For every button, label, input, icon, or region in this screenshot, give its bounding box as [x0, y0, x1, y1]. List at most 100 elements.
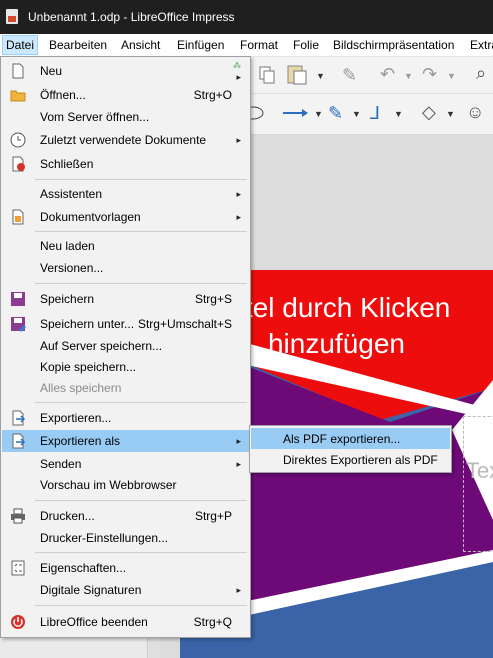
menu-folie[interactable]: Folie: [290, 37, 322, 53]
menu-item-shortcut: Strg+Umschalt+S: [137, 317, 232, 331]
export-icon: [12, 410, 26, 426]
submenu-arrow-icon: ▸: [236, 459, 241, 469]
menu-item-shortcut: Strg+S: [194, 292, 232, 306]
menu-item-open-remote[interactable]: Vom Server öffnen...: [2, 106, 249, 128]
menu-item-label: Zuletzt verwendete Dokumente: [40, 133, 207, 147]
menu-item-templates[interactable]: Dokumentvorlagen ▸: [2, 206, 249, 228]
menu-item-reload[interactable]: Neu laden: [2, 235, 249, 257]
menu-item-new[interactable]: Neu ⁂ ▸: [2, 60, 249, 82]
close-document-icon: [12, 156, 25, 172]
undo-icon[interactable]: ↶: [380, 64, 395, 84]
menu-item-printer-settings[interactable]: Drucker-Einstellungen...: [2, 527, 249, 549]
submenu-item-export-pdf[interactable]: Als PDF exportieren...: [251, 428, 450, 449]
menu-bildschirmpraesentation[interactable]: Bildschirmpräsentation: [330, 37, 457, 53]
submenu-arrow-icon: ▸: [236, 72, 241, 82]
menu-item-versions[interactable]: Versionen...: [2, 257, 249, 279]
submenu-item-label: Direktes Exportieren als PDF: [283, 453, 438, 467]
redo-icon[interactable]: ↷: [422, 64, 437, 84]
menu-item-properties[interactable]: Eigenschaften...: [2, 557, 249, 579]
save-as-icon: [11, 317, 26, 332]
menu-item-digital-signatures[interactable]: Digitale Signaturen ▸: [2, 579, 249, 601]
menu-item-export-as[interactable]: Exportieren als ▸: [2, 430, 249, 452]
ellipse-icon[interactable]: [250, 106, 264, 120]
menu-item-save-as[interactable]: Speichern unter... Strg+Umschalt+S: [2, 313, 249, 335]
menu-item-save[interactable]: Speichern Strg+S: [2, 288, 249, 310]
submenu-item-label: Als PDF exportieren...: [283, 432, 401, 446]
properties-icon: [11, 560, 25, 576]
printer-icon: [11, 508, 25, 524]
menu-separator: [35, 605, 247, 606]
menu-item-label: Kopie speichern...: [40, 360, 137, 374]
menu-ansicht[interactable]: Ansicht: [118, 37, 163, 53]
menu-item-label: Eigenschaften...: [40, 561, 127, 575]
submenu-arrow-icon: ▸: [236, 189, 241, 199]
menu-separator: [35, 500, 247, 501]
menu-datei[interactable]: Datei: [2, 35, 39, 55]
clone-formatting-icon[interactable]: ✎: [342, 65, 357, 85]
drawing-toolbar: ▼ ✎ ▼ ⅃ ▼ ◇ ▼ ☺: [250, 94, 493, 135]
copy-icon[interactable]: [258, 65, 276, 85]
menu-item-close[interactable]: Schließen: [2, 153, 249, 175]
menu-item-label: LibreOffice beenden: [40, 615, 148, 629]
new-document-icon: [12, 63, 24, 79]
lines-dropdown-icon[interactable]: ▼: [314, 109, 323, 119]
connector-dropdown-icon[interactable]: ▼: [394, 109, 403, 119]
menu-separator: [35, 402, 247, 403]
menu-item-wizards[interactable]: Assistenten ▸: [2, 183, 249, 205]
find-icon[interactable]: ⌕: [476, 63, 486, 83]
menu-item-print[interactable]: Drucken... Strg+P: [2, 505, 249, 527]
menu-item-label: Digitale Signaturen: [40, 583, 142, 597]
menu-bar: Datei Bearbeiten Ansicht Einfügen Format…: [0, 34, 493, 57]
menu-item-recent-documents[interactable]: Zuletzt verwendete Dokumente ▸: [2, 129, 249, 151]
submenu-arrow-icon: ▸: [236, 135, 241, 145]
menu-item-save-remote[interactable]: Auf Server speichern...: [2, 335, 249, 357]
menu-item-label: Öffnen...: [40, 88, 86, 102]
menu-item-label: Speichern unter...: [40, 317, 135, 331]
paste-icon[interactable]: [286, 63, 308, 85]
connector-icon[interactable]: ⅃: [370, 103, 380, 123]
menu-item-shortcut: Strg+Q: [193, 615, 232, 629]
export-as-submenu: Als PDF exportieren... Direktes Exportie…: [249, 425, 452, 473]
submenu-item-export-pdf-direct[interactable]: Direktes Exportieren als PDF: [251, 449, 450, 470]
menu-item-label: Schließen: [40, 157, 94, 171]
window-title: Unbenannt 1.odp - LibreOffice Impress: [28, 10, 235, 24]
submenu-indicator-icon: ⁂: [233, 61, 241, 70]
standard-toolbar: ▼ ✎ ↶ ▼ ↷ ▼ ⌕: [250, 57, 493, 94]
menu-item-shortcut: Strg+P: [194, 509, 232, 523]
menu-item-open[interactable]: Öffnen... Strg+O: [2, 84, 249, 106]
menu-item-export[interactable]: Exportieren...: [2, 407, 249, 429]
menu-item-save-copy[interactable]: Kopie speichern...: [2, 356, 249, 378]
menu-item-exit[interactable]: LibreOffice beenden Strg+Q: [2, 611, 249, 633]
symbol-shapes-icon[interactable]: ☺: [466, 102, 484, 122]
shapes-dropdown-icon[interactable]: ▼: [446, 109, 455, 119]
menu-item-label: Neu: [40, 64, 63, 78]
line-arrow-icon[interactable]: [282, 106, 308, 120]
title-bar: Unbenannt 1.odp - LibreOffice Impress: [0, 0, 493, 34]
menu-item-label: Assistenten: [40, 187, 103, 201]
menu-separator: [35, 179, 247, 180]
menu-item-preview-browser[interactable]: Vorschau im Webbrowser: [2, 474, 249, 496]
menu-item-send[interactable]: Senden ▸: [2, 453, 249, 475]
menu-item-label: Dokumentvorlagen: [40, 210, 141, 224]
paste-dropdown-icon[interactable]: ▼: [316, 71, 325, 81]
menu-format[interactable]: Format: [237, 37, 281, 53]
menu-item-shortcut: Strg+O: [193, 88, 232, 102]
submenu-arrow-icon: ▸: [236, 436, 241, 446]
menu-item-label: Auf Server speichern...: [40, 339, 163, 353]
curve-icon[interactable]: ✎: [328, 103, 343, 123]
submenu-arrow-icon: ▸: [236, 585, 241, 595]
menu-item-label: Neu laden: [40, 239, 95, 253]
menu-einfuegen[interactable]: Einfügen: [174, 37, 227, 53]
menu-item-label: Exportieren...: [40, 411, 112, 425]
menu-separator: [35, 552, 247, 553]
redo-dropdown-icon[interactable]: ▼: [447, 71, 456, 81]
basic-shapes-icon[interactable]: ◇: [422, 102, 436, 122]
menu-bearbeiten[interactable]: Bearbeiten: [46, 37, 110, 53]
curve-dropdown-icon[interactable]: ▼: [352, 109, 361, 119]
undo-dropdown-icon[interactable]: ▼: [404, 71, 413, 81]
menu-item-label: Drucker-Einstellungen...: [40, 531, 169, 545]
slide-text-placeholder-box[interactable]: [463, 416, 493, 552]
save-disk-icon: [11, 292, 25, 306]
menu-separator: [35, 231, 247, 232]
menu-extras[interactable]: Extra: [467, 37, 493, 53]
